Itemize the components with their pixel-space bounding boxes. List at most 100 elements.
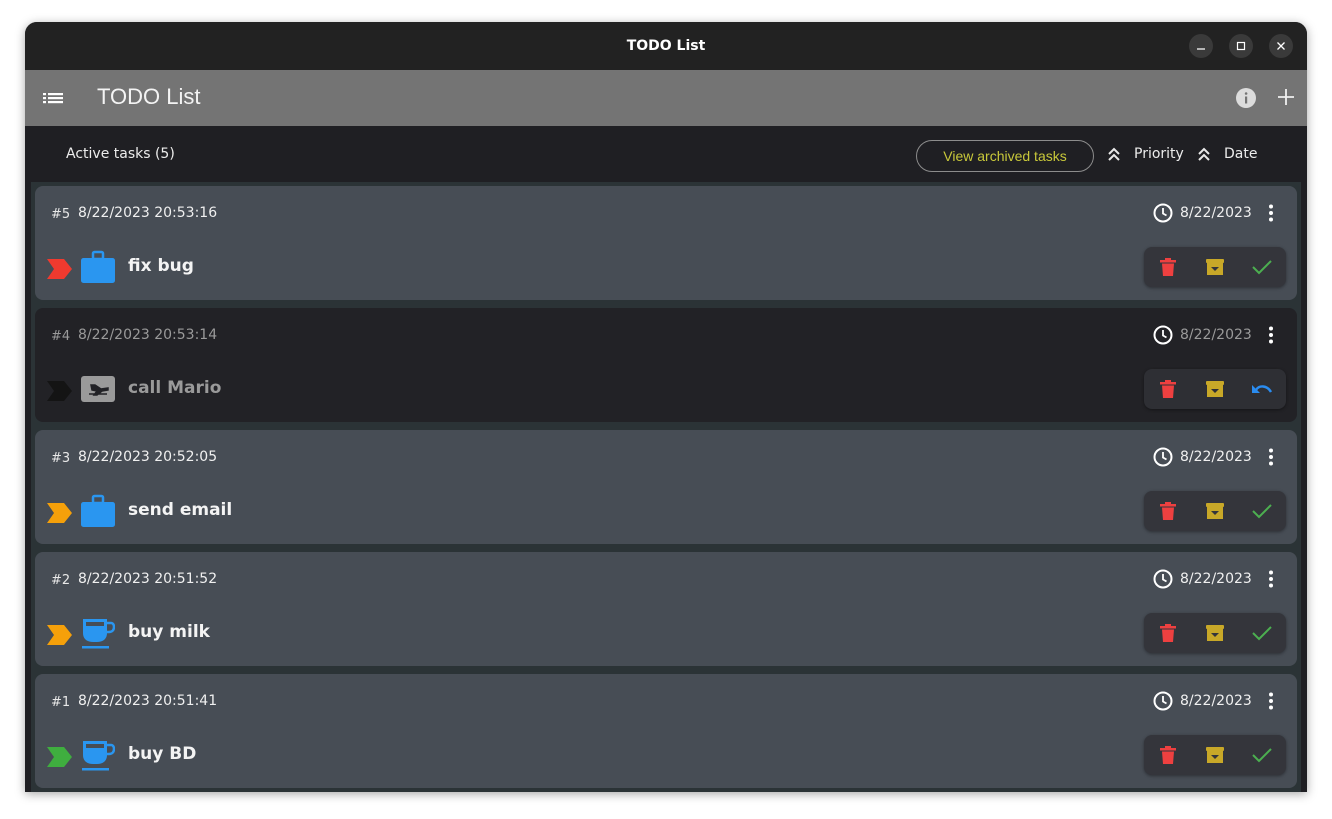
- briefcase-icon: [81, 250, 115, 283]
- task-created-time: 8/22/2023 20:52:05: [78, 449, 218, 465]
- task-due-date: 8/22/2023: [1180, 571, 1252, 587]
- check-icon: [1252, 748, 1273, 763]
- delete-button[interactable]: [1156, 743, 1180, 767]
- minimize-button[interactable]: [1189, 34, 1213, 58]
- trash-icon: [1159, 746, 1176, 764]
- task-actions: [1144, 613, 1286, 653]
- task-list: #5 8/22/2023 20:53:16 8/22/2023 fix bug …: [31, 182, 1301, 792]
- archive-button[interactable]: [1203, 499, 1227, 523]
- sort-priority-button[interactable]: Priority: [1106, 146, 1184, 162]
- more-vert-icon[interactable]: [1261, 325, 1281, 345]
- view-archived-button[interactable]: View archived tasks: [916, 140, 1094, 172]
- trash-icon: [1159, 258, 1176, 276]
- double-chevron-up-icon: [1198, 147, 1210, 161]
- close-icon: [1277, 42, 1285, 50]
- undo-icon: [1252, 385, 1273, 393]
- priority-done-icon: [47, 381, 72, 401]
- task-name: fix bug: [128, 256, 194, 276]
- list-menu-icon[interactable]: [43, 88, 65, 108]
- task-card[interactable]: #5 8/22/2023 20:53:16 8/22/2023 fix bug: [35, 186, 1297, 300]
- task-due-date: 8/22/2023: [1180, 205, 1252, 221]
- priority-high-icon: [47, 259, 72, 279]
- priority-low-icon: [47, 747, 72, 767]
- check-icon: [1252, 626, 1273, 641]
- task-name: buy BD: [128, 744, 197, 764]
- trash-icon: [1159, 380, 1176, 398]
- delete-button[interactable]: [1156, 499, 1180, 523]
- archive-icon: [1205, 503, 1224, 519]
- cup-icon: [82, 741, 115, 771]
- window-title: TODO List: [626, 38, 706, 54]
- more-vert-icon[interactable]: [1261, 569, 1281, 589]
- archive-button[interactable]: [1203, 377, 1227, 401]
- task-number: #2: [51, 573, 71, 588]
- trash-icon: [1159, 624, 1176, 642]
- task-created-time: 8/22/2023 20:51:52: [78, 571, 218, 587]
- undo-button[interactable]: [1250, 377, 1274, 401]
- app-bar: TODO List: [25, 70, 1307, 126]
- archive-icon: [1205, 625, 1224, 641]
- task-number: #5: [51, 207, 71, 222]
- task-actions: [1144, 247, 1286, 287]
- task-due-date: 8/22/2023: [1180, 693, 1252, 709]
- task-created-time: 8/22/2023 20:53:16: [78, 205, 218, 221]
- info-icon[interactable]: [1235, 87, 1257, 109]
- task-due-date: 8/22/2023: [1180, 327, 1252, 343]
- complete-button[interactable]: [1250, 743, 1274, 767]
- task-name: send email: [128, 500, 233, 520]
- task-actions: [1144, 369, 1286, 409]
- clock-icon: [1153, 203, 1173, 223]
- complete-button[interactable]: [1250, 499, 1274, 523]
- check-icon: [1252, 504, 1273, 519]
- task-number: #4: [51, 329, 71, 344]
- sort-date-label: Date: [1224, 146, 1258, 162]
- task-actions: [1144, 491, 1286, 531]
- check-icon: [1252, 260, 1273, 275]
- delete-button[interactable]: [1156, 377, 1180, 401]
- maximize-button[interactable]: [1229, 34, 1253, 58]
- complete-button[interactable]: [1250, 255, 1274, 279]
- task-number: #1: [51, 695, 71, 710]
- task-created-time: 8/22/2023 20:51:41: [78, 693, 218, 709]
- task-actions: [1144, 735, 1286, 775]
- clock-icon: [1153, 569, 1173, 589]
- archive-icon: [1205, 747, 1224, 763]
- maximize-icon: [1236, 41, 1246, 51]
- app-window: TODO List TODO List Active tasks (5) Vie…: [25, 22, 1307, 792]
- page-title: TODO List: [97, 84, 201, 109]
- trash-icon: [1159, 502, 1176, 520]
- delete-button[interactable]: [1156, 255, 1180, 279]
- more-vert-icon[interactable]: [1261, 447, 1281, 467]
- task-card[interactable]: #3 8/22/2023 20:52:05 8/22/2023 send ema…: [35, 430, 1297, 544]
- task-created-time: 8/22/2023 20:53:14: [78, 327, 218, 343]
- archive-button[interactable]: [1203, 255, 1227, 279]
- sort-priority-label: Priority: [1134, 146, 1184, 162]
- task-name: call Mario: [128, 378, 222, 398]
- archive-icon: [1205, 259, 1224, 275]
- plane-ticket-icon: [81, 376, 115, 402]
- sort-date-button[interactable]: Date: [1196, 146, 1257, 162]
- task-due-date: 8/22/2023: [1180, 449, 1252, 465]
- more-vert-icon[interactable]: [1261, 203, 1281, 223]
- window-controls: [1189, 34, 1293, 58]
- delete-button[interactable]: [1156, 621, 1180, 645]
- cup-icon: [82, 619, 115, 649]
- clock-icon: [1153, 447, 1173, 467]
- archive-icon: [1205, 381, 1224, 397]
- task-card[interactable]: #1 8/22/2023 20:51:41 8/22/2023 buy BD: [35, 674, 1297, 788]
- clock-icon: [1153, 691, 1173, 711]
- archive-button[interactable]: [1203, 621, 1227, 645]
- task-card[interactable]: #4 8/22/2023 20:53:14 8/22/2023 call Mar…: [35, 308, 1297, 422]
- task-name: buy milk: [128, 622, 210, 642]
- active-tasks-label: Active tasks (5): [66, 146, 175, 162]
- add-task-icon[interactable]: [1275, 86, 1297, 108]
- archive-button[interactable]: [1203, 743, 1227, 767]
- priority-medium-icon: [47, 503, 72, 523]
- more-vert-icon[interactable]: [1261, 691, 1281, 711]
- window-titlebar: TODO List: [25, 22, 1307, 70]
- close-button[interactable]: [1269, 34, 1293, 58]
- double-chevron-up-icon: [1108, 147, 1120, 161]
- filter-bar: Active tasks (5) View archived tasks Pri…: [25, 126, 1307, 182]
- task-card[interactable]: #2 8/22/2023 20:51:52 8/22/2023 buy milk: [35, 552, 1297, 666]
- complete-button[interactable]: [1250, 621, 1274, 645]
